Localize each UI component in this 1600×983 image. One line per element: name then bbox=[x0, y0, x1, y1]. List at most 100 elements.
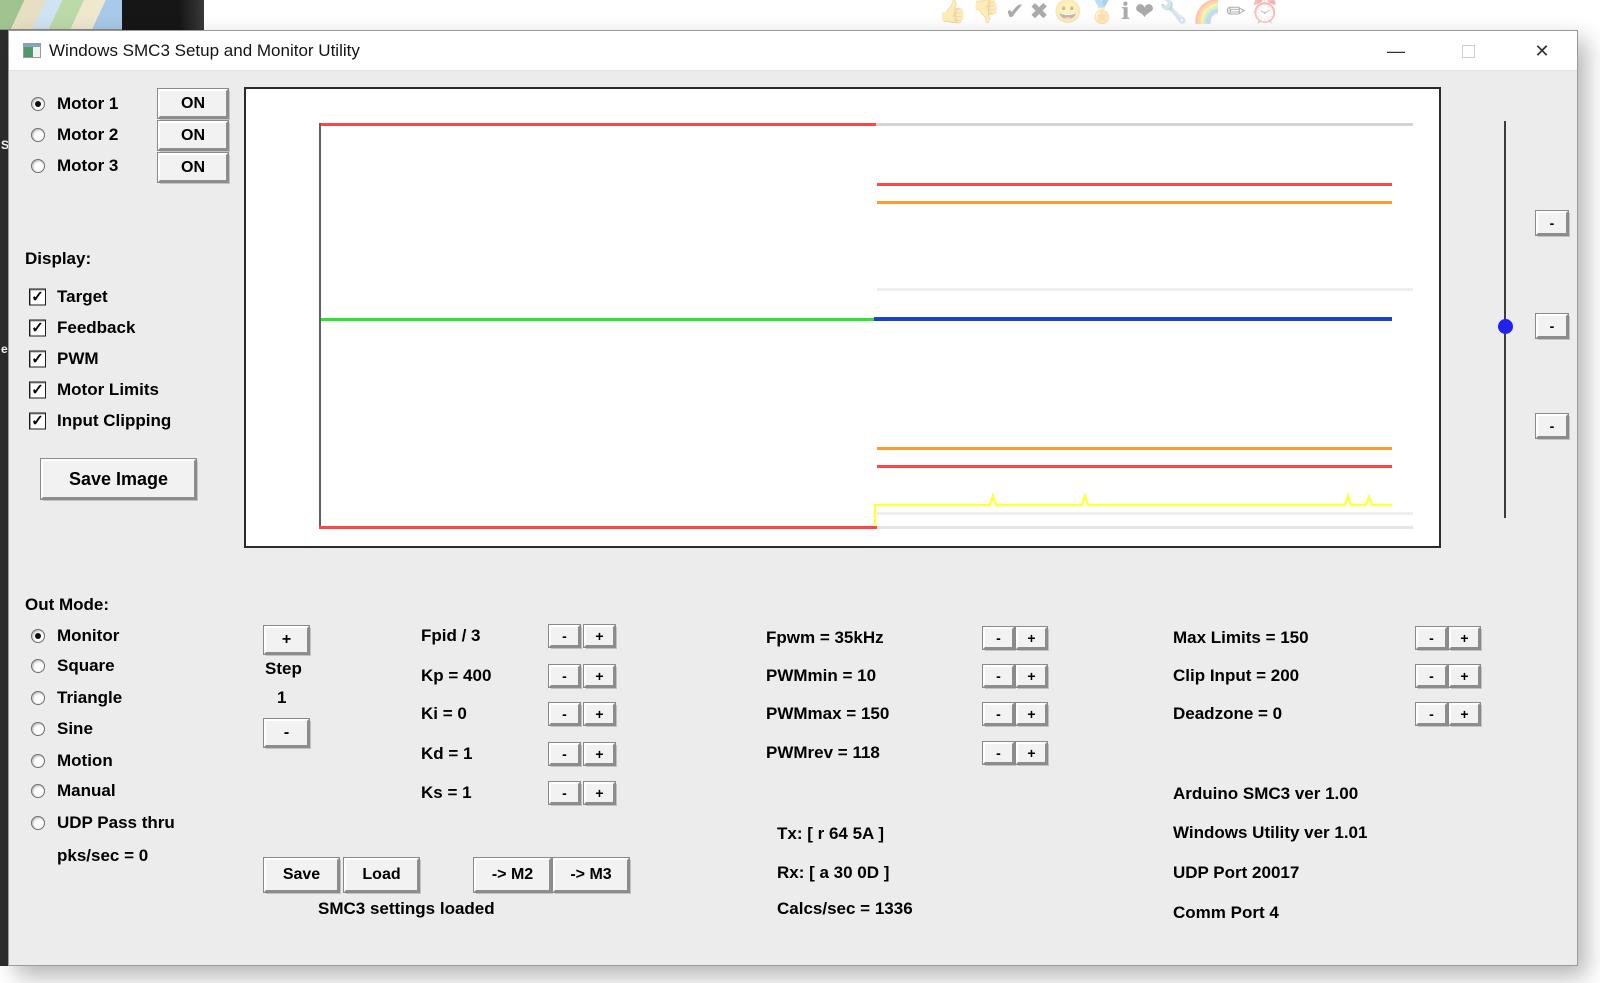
maximize-icon bbox=[1462, 45, 1475, 58]
step-label: Step bbox=[265, 659, 302, 679]
display-checkbox-feedback[interactable]: ✓ bbox=[29, 320, 46, 337]
out-mode-radio-square[interactable] bbox=[31, 659, 45, 673]
out-mode-radio-motion[interactable] bbox=[31, 754, 45, 768]
out-mode-heading: Out Mode: bbox=[25, 595, 109, 615]
param-minus-button-pid-1[interactable]: - bbox=[549, 665, 580, 687]
out-mode-label: Motion bbox=[57, 751, 113, 771]
step-minus-button[interactable]: - bbox=[264, 719, 309, 747]
out-mode-radio-triangle[interactable] bbox=[31, 691, 45, 705]
motor-label-2: Motor 2 bbox=[57, 125, 118, 145]
param-minus-button-pwm-3[interactable]: - bbox=[983, 742, 1014, 764]
param-minus-button-limits-0[interactable]: - bbox=[1416, 627, 1447, 649]
motor-2-on-button[interactable]: ON bbox=[158, 121, 228, 150]
motor-label-1: Motor 1 bbox=[57, 94, 118, 114]
step-plus-button[interactable]: + bbox=[264, 626, 309, 654]
out-mode-radio-udp-pass-thru[interactable] bbox=[31, 816, 45, 830]
background-text-fragment: S bbox=[1, 138, 8, 152]
param-label-pid-1: Kp = 400 bbox=[421, 666, 491, 686]
out-mode-radio-sine[interactable] bbox=[31, 722, 45, 736]
display-checkbox-input-clipping[interactable]: ✓ bbox=[29, 413, 46, 430]
param-label-pid-4: Ks = 1 bbox=[421, 783, 472, 803]
param-plus-button-pid-4[interactable]: + bbox=[584, 782, 615, 804]
param-plus-button-limits-0[interactable]: + bbox=[1449, 627, 1480, 649]
motor-radio-2[interactable] bbox=[31, 128, 45, 142]
background-text-fragment: e bbox=[1, 342, 8, 356]
titlebar[interactable]: Windows SMC3 Setup and Monitor Utility —… bbox=[9, 31, 1577, 71]
scale-minus-button-0[interactable]: - bbox=[1536, 211, 1568, 235]
save-button[interactable]: Save bbox=[264, 858, 339, 892]
settings-status-text: SMC3 settings loaded bbox=[318, 899, 495, 919]
param-minus-button-pid-4[interactable]: - bbox=[549, 782, 580, 804]
display-checkbox-label: Feedback bbox=[57, 318, 135, 338]
motor-radio-1[interactable] bbox=[31, 97, 45, 111]
window-title: Windows SMC3 Setup and Monitor Utility bbox=[49, 41, 360, 61]
param-plus-button-pid-2[interactable]: + bbox=[584, 703, 615, 725]
param-label-pid-3: Kd = 1 bbox=[421, 744, 473, 764]
param-plus-button-pwm-0[interactable]: + bbox=[1016, 627, 1047, 649]
param-label-pid-2: Ki = 0 bbox=[421, 704, 467, 724]
param-plus-button-limits-1[interactable]: + bbox=[1449, 665, 1480, 687]
out-mode-label: Sine bbox=[57, 719, 93, 739]
display-checkbox-pwm[interactable]: ✓ bbox=[29, 351, 46, 368]
motor-1-on-button[interactable]: ON bbox=[158, 89, 228, 118]
tx-status-text: Tx: [ r 64 5A ] bbox=[777, 824, 884, 844]
display-checkbox-target[interactable]: ✓ bbox=[29, 289, 46, 306]
background-window-fragment bbox=[122, 0, 204, 30]
copy-to-m3-button[interactable]: -> M3 bbox=[553, 858, 629, 892]
motor-3-on-button[interactable]: ON bbox=[158, 153, 228, 182]
minimize-button[interactable]: — bbox=[1373, 31, 1419, 71]
display-checkbox-motor-limits[interactable]: ✓ bbox=[29, 382, 46, 399]
step-value: 1 bbox=[277, 688, 286, 708]
background-map-thumbnail bbox=[0, 0, 122, 30]
motor-label-3: Motor 3 bbox=[57, 156, 118, 176]
param-plus-button-pid-0[interactable]: + bbox=[584, 625, 615, 647]
display-heading: Display: bbox=[25, 249, 91, 269]
param-plus-button-pwm-1[interactable]: + bbox=[1016, 665, 1047, 687]
param-minus-button-limits-2[interactable]: - bbox=[1416, 703, 1447, 725]
display-checkbox-label: Input Clipping bbox=[57, 411, 171, 431]
out-mode-radio-manual[interactable] bbox=[31, 784, 45, 798]
scope-chart bbox=[244, 87, 1441, 548]
info-line-0: Arduino SMC3 ver 1.00 bbox=[1173, 784, 1358, 804]
param-minus-button-pid-3[interactable]: - bbox=[549, 743, 580, 765]
param-minus-button-limits-1[interactable]: - bbox=[1416, 665, 1447, 687]
chart-pwm-trace bbox=[246, 89, 1439, 546]
out-mode-radio-monitor[interactable] bbox=[31, 629, 45, 643]
param-label-limits-0: Max Limits = 150 bbox=[1173, 628, 1309, 648]
param-label-pid-0: Fpid / 3 bbox=[421, 626, 481, 646]
param-plus-button-pwm-2[interactable]: + bbox=[1016, 703, 1047, 725]
info-line-1: Windows Utility ver 1.01 bbox=[1173, 823, 1367, 843]
scale-slider-thumb[interactable] bbox=[1498, 319, 1513, 334]
param-minus-button-pwm-1[interactable]: - bbox=[983, 665, 1014, 687]
calcs-status-text: Calcs/sec = 1336 bbox=[777, 899, 913, 919]
out-mode-label: Manual bbox=[57, 781, 116, 801]
param-minus-button-pwm-0[interactable]: - bbox=[983, 627, 1014, 649]
param-label-limits-1: Clip Input = 200 bbox=[1173, 666, 1299, 686]
display-checkbox-label: Motor Limits bbox=[57, 380, 159, 400]
info-line-3: Comm Port 4 bbox=[1173, 903, 1279, 923]
param-plus-button-pid-1[interactable]: + bbox=[584, 665, 615, 687]
copy-to-m2-button[interactable]: -> M2 bbox=[474, 858, 551, 892]
background-emoji-toolbar: 👍👎✔✖😀🏅ℹ❤🔧🌈✏⏰ bbox=[938, 0, 1284, 30]
display-checkbox-label: PWM bbox=[57, 349, 99, 369]
out-mode-label: Square bbox=[57, 656, 115, 676]
param-plus-button-pwm-3[interactable]: + bbox=[1016, 742, 1047, 764]
background-left-window-edge: S e bbox=[0, 30, 8, 966]
scale-minus-button-1[interactable]: - bbox=[1536, 314, 1568, 338]
param-minus-button-pid-0[interactable]: - bbox=[549, 625, 580, 647]
maximize-button[interactable] bbox=[1445, 31, 1491, 71]
load-button[interactable]: Load bbox=[344, 858, 419, 892]
param-label-pwm-1: PWMmin = 10 bbox=[766, 666, 876, 686]
param-minus-button-pid-2[interactable]: - bbox=[549, 703, 580, 725]
display-checkbox-label: Target bbox=[57, 287, 108, 307]
motor-radio-3[interactable] bbox=[31, 159, 45, 173]
param-minus-button-pwm-2[interactable]: - bbox=[983, 703, 1014, 725]
param-plus-button-limits-2[interactable]: + bbox=[1449, 703, 1480, 725]
close-button[interactable]: ✕ bbox=[1519, 31, 1565, 71]
scale-minus-button-2[interactable]: - bbox=[1536, 414, 1568, 438]
param-plus-button-pid-3[interactable]: + bbox=[584, 743, 615, 765]
save-image-button[interactable]: Save Image bbox=[41, 459, 196, 499]
param-label-pwm-3: PWMrev = 118 bbox=[766, 743, 880, 763]
pks-per-sec-label: pks/sec = 0 bbox=[57, 846, 148, 866]
info-line-2: UDP Port 20017 bbox=[1173, 863, 1299, 883]
